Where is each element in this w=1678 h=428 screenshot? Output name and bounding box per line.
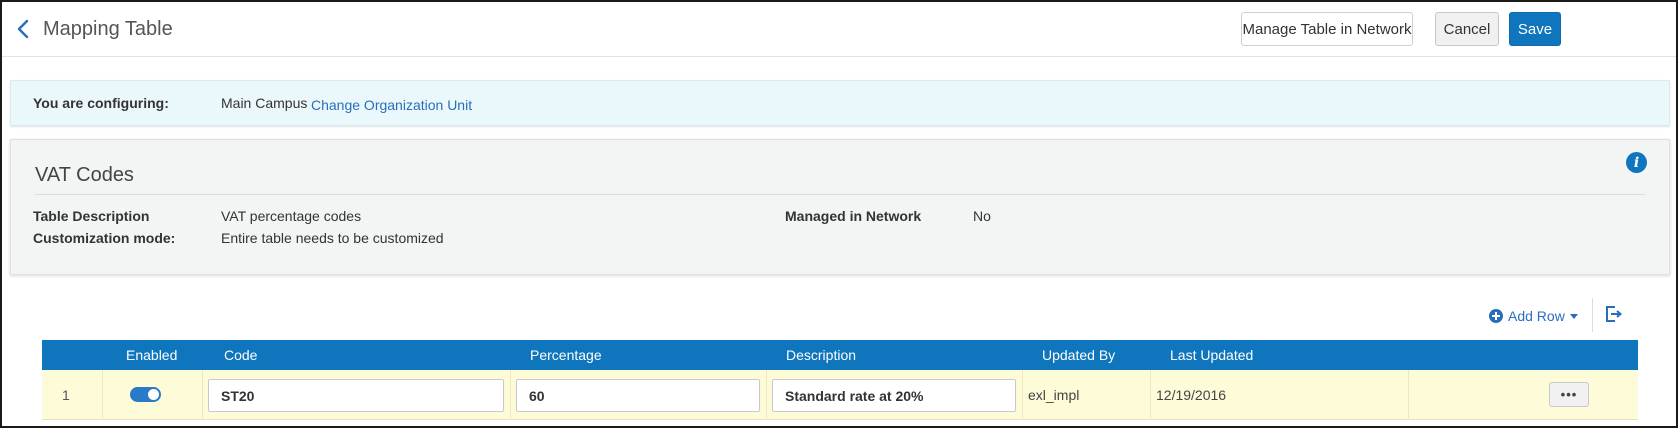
column-header-enabled[interactable]: Enabled <box>126 347 177 363</box>
toggle-knob <box>148 389 159 400</box>
cancel-button[interactable]: Cancel <box>1435 12 1499 46</box>
save-button[interactable]: Save <box>1509 12 1561 46</box>
caret-down-icon <box>1569 313 1578 319</box>
cell-divider <box>1150 370 1151 420</box>
customization-mode-label: Customization mode: <box>33 230 176 246</box>
column-header-percentage[interactable]: Percentage <box>530 347 602 363</box>
add-row-button[interactable]: Add Row <box>1489 304 1578 328</box>
enabled-toggle[interactable] <box>130 387 161 402</box>
cell-divider <box>510 370 511 420</box>
table-description-label: Table Description <box>33 208 150 224</box>
add-row-label: Add Row <box>1508 308 1565 324</box>
cell-divider <box>202 370 203 420</box>
description-input[interactable] <box>772 379 1016 412</box>
export-icon <box>1606 306 1623 322</box>
configuring-label: You are configuring: <box>33 95 169 111</box>
column-header-code[interactable]: Code <box>224 347 257 363</box>
organization-unit: Main Campus <box>221 95 308 111</box>
percentage-input[interactable] <box>516 379 760 412</box>
cell-divider <box>766 370 767 420</box>
column-header-last-updated[interactable]: Last Updated <box>1170 347 1253 363</box>
page-title: Mapping Table <box>43 18 173 40</box>
back-button[interactable] <box>12 16 34 42</box>
managed-in-network-value: No <box>973 208 991 224</box>
cell-divider <box>1408 370 1409 420</box>
cell-divider <box>1022 370 1023 420</box>
grid-header: Enabled Code Percentage Description Upda… <box>42 340 1638 370</box>
toolbar-divider <box>1592 298 1593 332</box>
cell-divider <box>102 370 103 420</box>
last-updated-value: 12/19/2016 <box>1156 387 1227 403</box>
updated-by-value: exl_impl <box>1028 387 1080 403</box>
table-description-value: VAT percentage codes <box>221 208 362 224</box>
table-row: 1 exl_impl 12/19/2016 ••• <box>42 370 1638 420</box>
export-button[interactable] <box>1605 306 1627 326</box>
managed-in-network-label: Managed in Network <box>785 208 922 224</box>
table-title: VAT Codes <box>35 164 134 186</box>
change-organization-unit-link[interactable]: Change Organization Unit <box>311 97 472 113</box>
top-bar: Mapping Table Manage Table in Network Ca… <box>2 2 1676 57</box>
customization-mode-value: Entire table needs to be customized <box>221 230 444 246</box>
table-info-panel: VAT Codes i Table Description VAT percen… <box>10 139 1670 275</box>
divider <box>35 194 1645 195</box>
configuration-bar: You are configuring: Main Campus Change … <box>10 80 1670 126</box>
manage-table-in-network-button[interactable]: Manage Table in Network <box>1241 12 1413 46</box>
row-actions-button[interactable]: ••• <box>1549 382 1589 407</box>
row-number: 1 <box>62 387 70 403</box>
info-icon[interactable]: i <box>1626 152 1647 173</box>
code-input[interactable] <box>208 379 504 412</box>
plus-circle-icon <box>1489 309 1503 323</box>
column-header-updated-by[interactable]: Updated By <box>1042 347 1115 363</box>
column-header-description[interactable]: Description <box>786 347 856 363</box>
chevron-left-icon <box>17 19 29 39</box>
